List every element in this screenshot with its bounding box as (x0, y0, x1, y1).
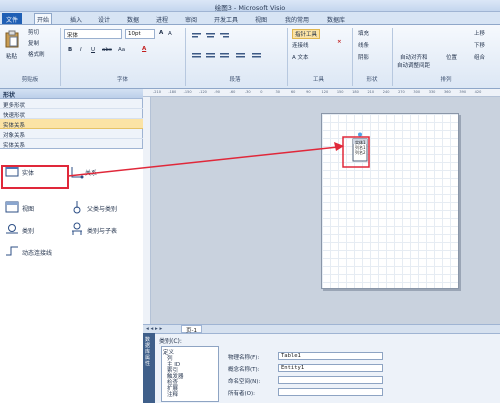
page-nav-arrows[interactable]: ◂ ◂ ▸ ▸ (146, 326, 162, 332)
properties-side-tab[interactable]: 数据库属性 (143, 333, 155, 403)
physical-name-label: 物理名称(F): (228, 355, 260, 361)
owner-field[interactable] (278, 388, 383, 396)
namespace-label: 命名空间(N): (228, 379, 261, 385)
conceptual-name-label: 概念名称(T): (228, 367, 260, 373)
database-properties-window: 类别(C): 定义 列 主 ID 索引 触发器 检查 扩展 注释 物理名称(F)… (143, 333, 500, 403)
conceptual-name-field[interactable]: Entity1 (278, 364, 383, 372)
physical-name-field[interactable]: Table1 (278, 352, 383, 360)
highlight-box (1, 165, 69, 189)
owner-label: 所有者(O): (228, 391, 255, 397)
highlight-box-target (342, 136, 370, 168)
page-tabs-bar: ◂ ◂ ▸ ▸ 页-1 (143, 324, 500, 334)
page-tab-1[interactable]: 页-1 (181, 325, 202, 334)
namespace-field[interactable] (278, 376, 383, 384)
properties-side-label: 数据库属性 (145, 337, 151, 367)
category-header: 类别(C): (159, 338, 182, 345)
category-item[interactable]: 注释 (167, 390, 178, 398)
arrow-line (67, 146, 339, 177)
